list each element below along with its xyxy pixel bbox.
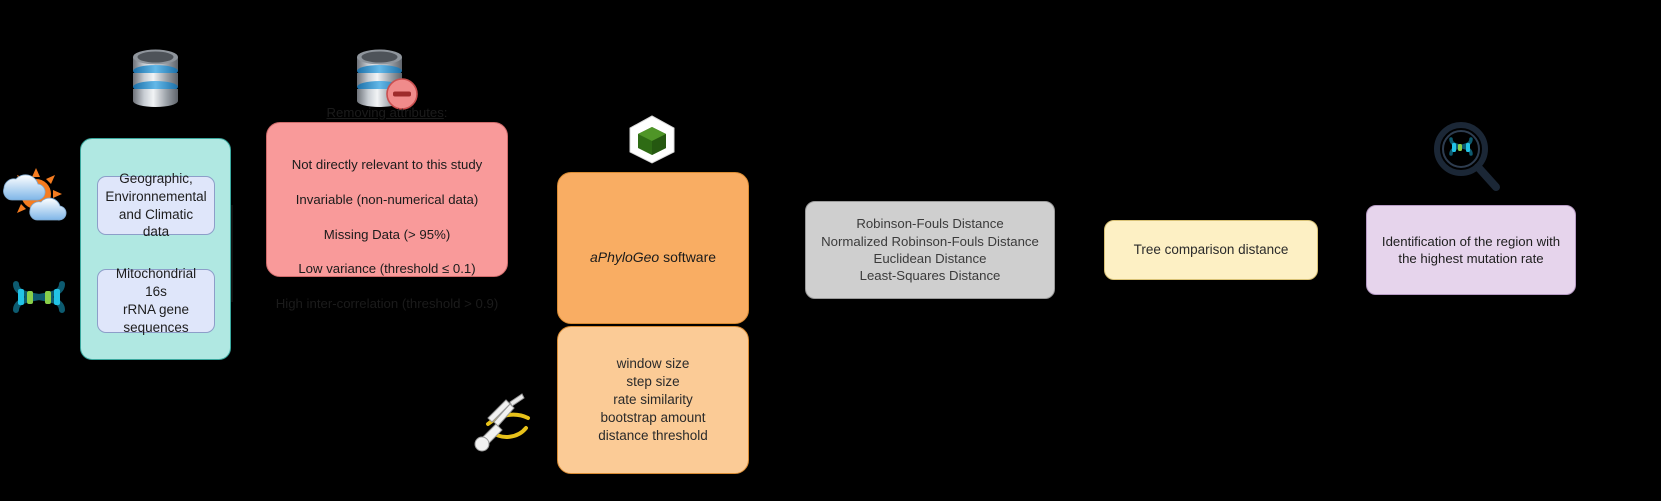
removing-attributes-colon: : <box>443 104 448 120</box>
removing-attributes-title: Removing attributes <box>326 104 444 120</box>
magnifier-dna-icon <box>1428 118 1504 194</box>
sun-cloud-icon <box>0 160 72 232</box>
software-name: aPhyloGeo <box>589 249 660 265</box>
node-identification[interactable]: Identification of the region with the hi… <box>1366 205 1576 295</box>
tools-wrench-icon <box>466 388 536 456</box>
node-geographic-data-label: Geographic, Environnemental and Climatic… <box>105 170 207 240</box>
node-parameters[interactable]: window size step size rate similarity bo… <box>557 326 749 474</box>
node-aphylogeo-software[interactable]: aPhyloGeo software <box>557 172 749 324</box>
node-parameters-label: window size step size rate similarity bo… <box>598 356 708 443</box>
node-geographic-data[interactable]: Geographic, Environnemental and Climatic… <box>97 171 215 239</box>
node-identification-label: Identification of the region with the hi… <box>1381 233 1561 266</box>
criterion-1: Invariable (non-numerical data) <box>295 191 479 207</box>
node-removing-attributes[interactable]: Removing attributes: Not directly releva… <box>266 105 508 311</box>
node-mitochondrial-data-label: Mitochondrial 16s rRNA gene sequences <box>115 266 197 335</box>
node-tree-comparison[interactable]: Tree comparison distance <box>1104 220 1318 280</box>
diagram-canvas: Geographic, Environnemental and Climatic… <box>0 0 1661 501</box>
software-label: aPhyloGeo software <box>558 230 748 267</box>
criterion-0: Not directly relevant to this study <box>291 156 483 172</box>
dna-helix-icon <box>4 262 74 332</box>
package-cube-icon <box>626 113 678 165</box>
criterion-2: Missing Data (> 95%) <box>323 226 451 242</box>
node-tree-comparison-label: Tree comparison distance <box>1133 242 1289 258</box>
removing-attributes-content: Removing attributes: Not directly releva… <box>267 86 507 312</box>
connector-group-vertical <box>231 205 233 302</box>
node-mitochondrial-data[interactable]: Mitochondrial 16s rRNA gene sequences <box>97 266 215 335</box>
database-icon <box>128 45 183 115</box>
criterion-4: High inter-correlation (threshold > 0.9) <box>275 296 499 312</box>
node-distance-metrics-label: Robinson-Fouls Distance Normalized Robin… <box>821 216 1039 284</box>
node-distance-metrics[interactable]: Robinson-Fouls Distance Normalized Robin… <box>805 201 1055 299</box>
criterion-3: Low variance (threshold ≤ 0.1) <box>298 261 476 277</box>
software-suffix: software <box>659 249 717 265</box>
